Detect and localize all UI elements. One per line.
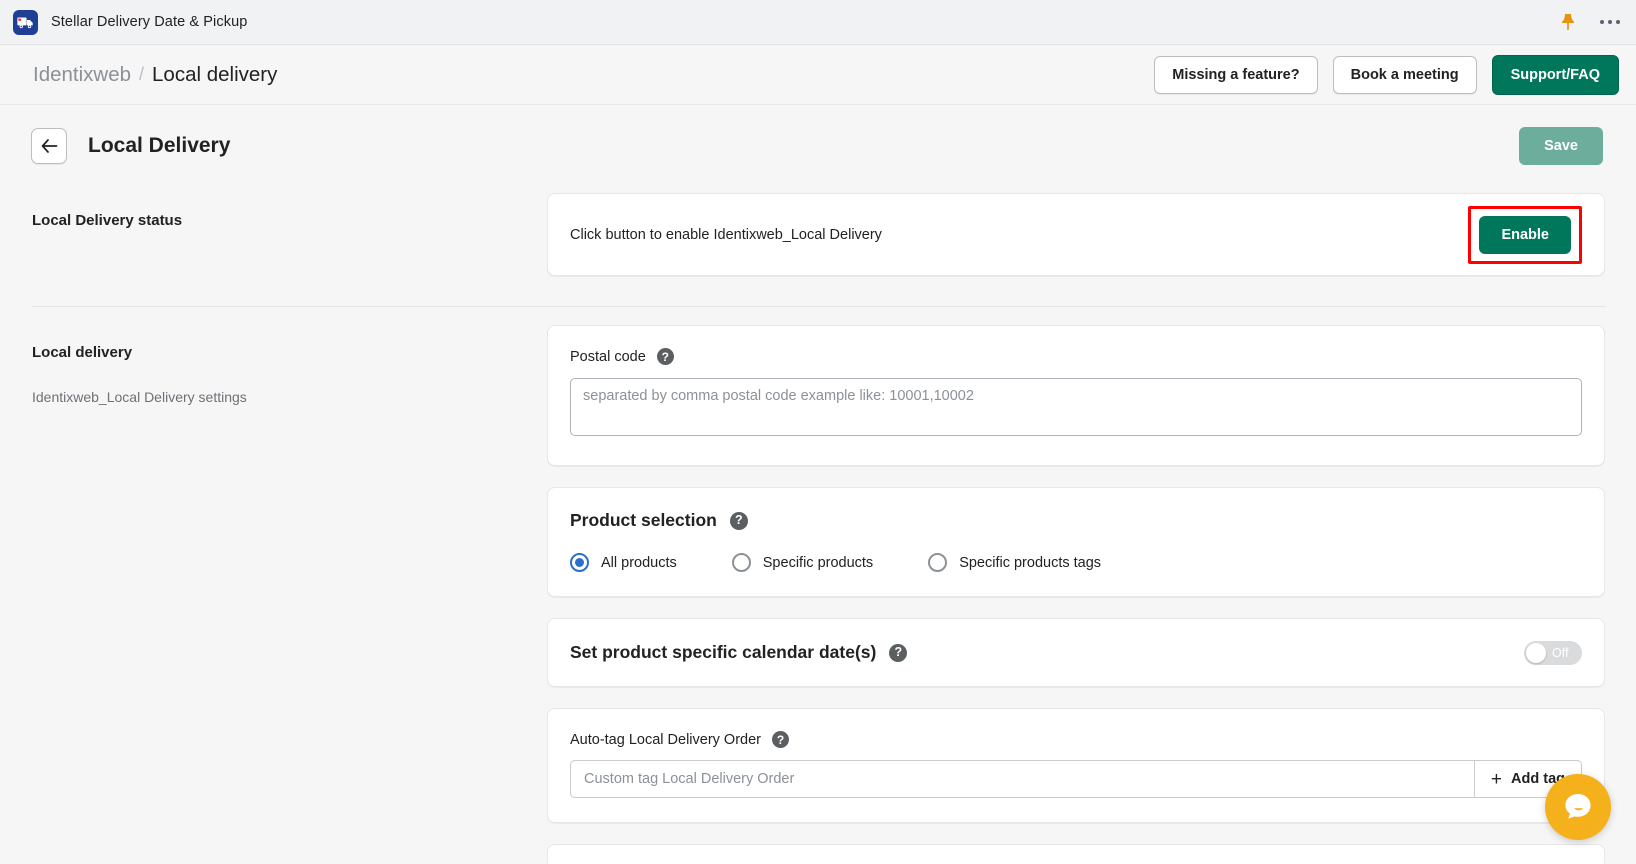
calendar-dates-toggle[interactable]: Off bbox=[1524, 640, 1582, 665]
radio-label: All products bbox=[601, 554, 677, 571]
radio-indicator[interactable] bbox=[570, 553, 589, 572]
section-divider bbox=[32, 306, 1605, 307]
breadcrumb-separator: / bbox=[139, 64, 145, 84]
radio-all-products[interactable]: All products bbox=[570, 553, 677, 572]
local-delivery-settings-section: Local delivery Identixweb_Local Delivery… bbox=[32, 325, 1605, 864]
status-message: Click button to enable Identixweb_Local … bbox=[570, 226, 882, 243]
app-title: Stellar Delivery Date & Pickup bbox=[51, 14, 248, 30]
page-title: Local Delivery bbox=[88, 134, 231, 157]
app-bar: Stellar Delivery Date & Pickup bbox=[0, 0, 1636, 45]
product-selection-title: Product selection bbox=[570, 510, 717, 530]
chat-bubble-icon bbox=[1565, 794, 1591, 819]
enable-button[interactable]: Enable bbox=[1479, 215, 1571, 254]
auto-tag-card: Auto-tag Local Delivery Order ? + Add ta… bbox=[547, 708, 1605, 823]
postal-code-card: Postal code ? bbox=[547, 325, 1605, 466]
auto-tag-label: Auto-tag Local Delivery Order bbox=[570, 731, 761, 748]
question-mark-icon[interactable]: ? bbox=[656, 348, 674, 365]
next-card-partial bbox=[547, 844, 1605, 864]
status-section-right: Click button to enable Identixweb_Local … bbox=[547, 193, 1605, 276]
toggle-state-label: Off bbox=[1552, 645, 1569, 660]
local-delivery-status-section: Local Delivery status Click button to en… bbox=[32, 193, 1605, 276]
auto-tag-input[interactable] bbox=[570, 760, 1474, 798]
support-faq-button[interactable]: Support/FAQ bbox=[1491, 54, 1619, 95]
radio-specific-products-tags[interactable]: Specific products tags bbox=[928, 553, 1101, 572]
app-bar-actions bbox=[1560, 13, 1623, 31]
header-actions: Missing a feature? Book a meeting Suppor… bbox=[1154, 54, 1619, 95]
page-content: Local Delivery status Click button to en… bbox=[0, 167, 1636, 864]
postal-code-label-row: Postal code ? bbox=[570, 348, 1582, 365]
enable-button-highlight-wrapper: Enable bbox=[1468, 205, 1582, 264]
question-mark-icon[interactable]: ? bbox=[729, 511, 748, 530]
radio-label: Specific products bbox=[762, 554, 874, 571]
calendar-dates-title: Set product specific calendar date(s) bbox=[570, 642, 877, 662]
status-card: Click button to enable Identixweb_Local … bbox=[547, 193, 1605, 276]
settings-section-left: Local delivery Identixweb_Local Delivery… bbox=[32, 325, 547, 405]
radio-indicator[interactable] bbox=[731, 553, 751, 572]
question-mark-icon[interactable]: ? bbox=[772, 731, 789, 748]
missing-a-feature-button[interactable]: Missing a feature? bbox=[1154, 55, 1318, 94]
auto-tag-input-row: + Add tag bbox=[570, 760, 1582, 798]
status-section-heading: Local Delivery status bbox=[32, 212, 183, 229]
radio-specific-products[interactable]: Specific products bbox=[731, 553, 874, 572]
settings-section-heading: Local delivery bbox=[32, 344, 133, 361]
status-section-left: Local Delivery status bbox=[32, 193, 547, 231]
question-mark-icon[interactable]: ? bbox=[889, 643, 908, 662]
arrow-left-icon bbox=[41, 139, 57, 153]
product-selection-options: All products Specific products Specific … bbox=[570, 553, 1582, 572]
pin-icon[interactable] bbox=[1560, 13, 1576, 31]
settings-section-subheading: Identixweb_Local Delivery settings bbox=[32, 388, 247, 405]
product-selection-card: Product selection ? All products Specifi… bbox=[547, 487, 1605, 597]
chat-widget-button[interactable] bbox=[1545, 774, 1611, 840]
plus-icon: + bbox=[1490, 768, 1503, 790]
postal-code-label: Postal code bbox=[570, 348, 646, 365]
page-title-row: Local Delivery Save bbox=[0, 105, 1636, 167]
delivery-truck-icon bbox=[13, 9, 38, 35]
calendar-dates-title-row: Set product specific calendar date(s) ? bbox=[570, 642, 908, 663]
auto-tag-label-row: Auto-tag Local Delivery Order ? bbox=[570, 731, 1582, 748]
radio-indicator[interactable] bbox=[928, 553, 948, 572]
ellipsis-icon[interactable] bbox=[1598, 14, 1623, 31]
settings-section-right: Postal code ? Product selection ? All pr… bbox=[547, 325, 1605, 864]
breadcrumb-current-page: Local delivery bbox=[152, 62, 278, 86]
breadcrumb-bar: Identixweb / Local delivery Missing a fe… bbox=[0, 45, 1636, 105]
toggle-knob bbox=[1526, 642, 1546, 663]
product-selection-title-row: Product selection ? bbox=[570, 510, 1582, 531]
save-button[interactable]: Save bbox=[1519, 127, 1603, 165]
back-button[interactable] bbox=[31, 128, 67, 164]
postal-code-input[interactable] bbox=[570, 378, 1582, 436]
breadcrumb-shop[interactable]: Identixweb bbox=[33, 63, 131, 87]
radio-label: Specific products tags bbox=[959, 554, 1102, 571]
calendar-dates-card: Set product specific calendar date(s) ? … bbox=[547, 618, 1605, 687]
book-a-meeting-button[interactable]: Book a meeting bbox=[1332, 55, 1477, 94]
